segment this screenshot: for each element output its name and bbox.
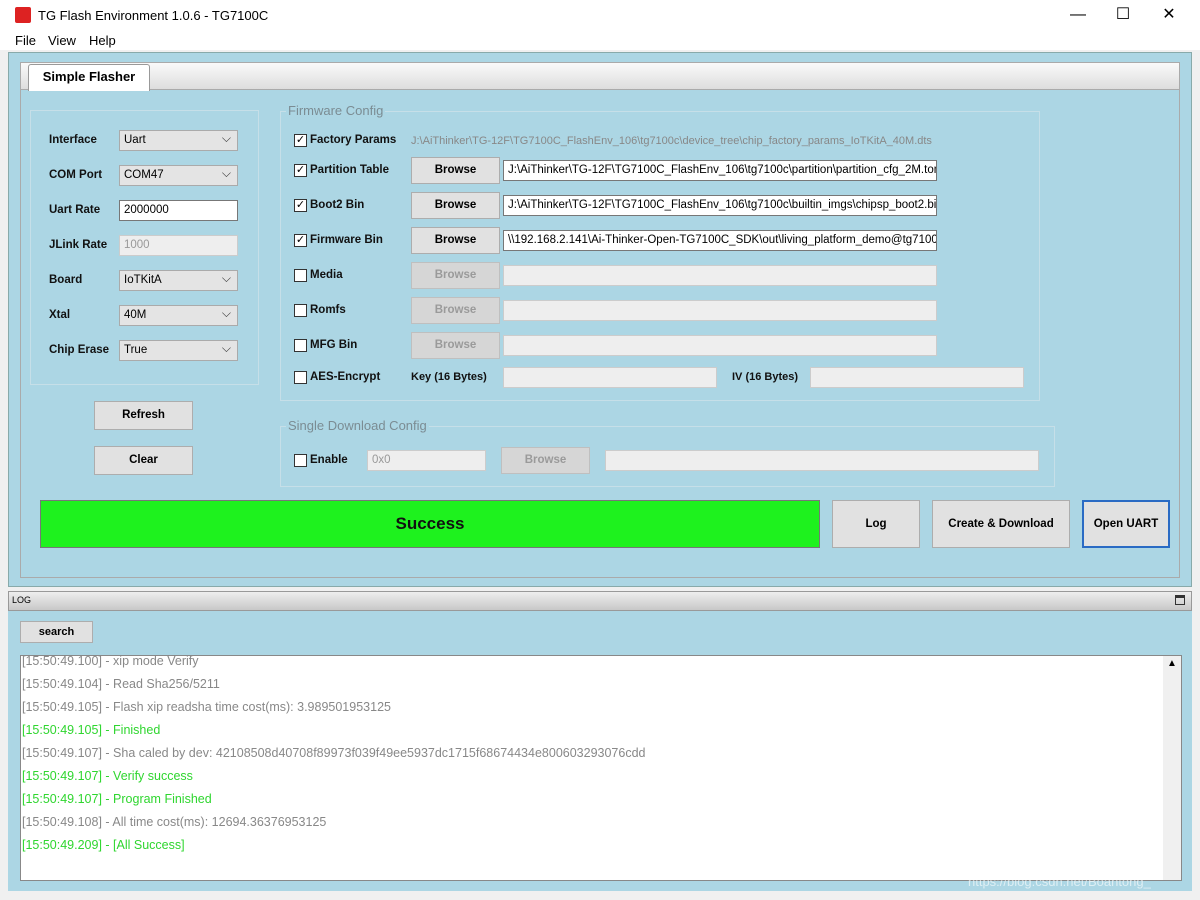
refresh-button[interactable]: Refresh <box>94 401 193 430</box>
firmware-bin-label: Firmware Bin <box>310 234 383 246</box>
log-line: [15:50:49.209] - [All Success] <box>22 838 185 852</box>
board-label: Board <box>49 274 83 286</box>
maximize-button[interactable]: ☐ <box>1100 0 1146 30</box>
romfs-checkbox[interactable] <box>294 304 307 317</box>
chip-erase-label: Chip Erase <box>49 344 110 356</box>
enable-checkbox[interactable] <box>294 454 307 467</box>
log-button[interactable]: Log <box>832 500 920 548</box>
window-title: TG Flash Environment 1.0.6 - TG7100C <box>38 8 269 23</box>
status-bar: Success <box>40 500 820 548</box>
csdn-watermark: https://blog.csdn.net/Boantong_ <box>968 874 1151 889</box>
title-bar: TG Flash Environment 1.0.6 - TG7100C — ☐… <box>0 0 1200 30</box>
uart-rate-label: Uart Rate <box>49 204 101 216</box>
factory-params-checkbox[interactable]: ✓ <box>294 134 307 147</box>
partition-table-path-input[interactable]: J:\AiThinker\TG-12F\TG7100C_FlashEnv_106… <box>503 160 937 181</box>
board-dropdown[interactable]: IoTKitA <box>119 270 238 291</box>
address-input[interactable]: 0x0 <box>367 450 486 471</box>
menu-file[interactable]: File <box>15 33 36 48</box>
uart-rate-input[interactable]: 2000000 <box>119 200 238 221</box>
close-button[interactable]: ✕ <box>1146 0 1192 30</box>
factory-params-label: Factory Params <box>310 134 397 146</box>
menu-help[interactable]: Help <box>89 33 116 48</box>
log-line: [15:50:49.100] - xip mode Verify <box>22 654 199 668</box>
clear-button[interactable]: Clear <box>94 446 193 475</box>
log-line: [15:50:49.107] - Sha caled by dev: 42108… <box>22 746 646 760</box>
aes-encrypt-checkbox[interactable] <box>294 371 307 384</box>
log-line: [15:50:49.107] - Program Finished <box>22 792 212 806</box>
romfs-browse-button[interactable]: Browse <box>411 297 500 324</box>
log-line: [15:50:49.105] - Finished <box>22 723 161 737</box>
romfs-path-input[interactable] <box>503 300 937 321</box>
log-panel-header: LOG <box>8 591 1192 611</box>
xtal-label: Xtal <box>49 309 71 321</box>
single-download-title: Single Download Config <box>286 418 429 433</box>
media-label: Media <box>310 269 343 281</box>
boot2-bin-path-input[interactable]: J:\AiThinker\TG-12F\TG7100C_FlashEnv_106… <box>503 195 937 216</box>
mfg-bin-label: MFG Bin <box>310 339 358 351</box>
firmware-bin-checkbox[interactable]: ✓ <box>294 234 307 247</box>
jlink-rate-label: JLink Rate <box>49 239 108 251</box>
log-line: [15:50:49.105] - Flash xip readsha time … <box>22 700 391 714</box>
partition-table-checkbox[interactable]: ✓ <box>294 164 307 177</box>
aes-key-input[interactable] <box>503 367 717 388</box>
app-icon <box>15 7 31 23</box>
mfg-bin-path-input[interactable] <box>503 335 937 356</box>
menu-view[interactable]: View <box>48 33 76 48</box>
xtal-dropdown[interactable]: 40M <box>119 305 238 326</box>
media-checkbox[interactable] <box>294 269 307 282</box>
log-line: [15:50:49.108] - All time cost(ms): 1269… <box>22 815 327 829</box>
boot2-bin-label: Boot2 Bin <box>310 199 365 211</box>
partition-table-label: Partition Table <box>310 164 390 176</box>
tab-simple-flasher[interactable]: Simple Flasher <box>28 64 150 91</box>
firmware-config-group <box>280 111 1040 401</box>
tab-strip <box>20 62 1180 90</box>
create-download-button[interactable]: Create & Download <box>932 500 1070 548</box>
key-label: Key (16 Bytes) <box>411 371 487 383</box>
mfg-bin-checkbox[interactable] <box>294 339 307 352</box>
log-title: LOG <box>12 595 32 605</box>
log-line: [15:50:49.104] - Read Sha256/5211 <box>22 677 220 691</box>
jlink-rate-input[interactable]: 1000 <box>119 235 238 256</box>
romfs-label: Romfs <box>310 304 346 316</box>
single-browse-button[interactable]: Browse <box>501 447 590 474</box>
interface-dropdown[interactable]: Uart <box>119 130 238 151</box>
mfg-bin-browse-button[interactable]: Browse <box>411 332 500 359</box>
boot2-bin-checkbox[interactable]: ✓ <box>294 199 307 212</box>
enable-label: Enable <box>310 454 348 466</box>
media-browse-button[interactable]: Browse <box>411 262 500 289</box>
restore-panel-icon[interactable] <box>1175 595 1185 605</box>
scroll-up-icon[interactable]: ▲ <box>1167 658 1177 669</box>
app-window: TG Flash Environment 1.0.6 - TG7100C — ☐… <box>0 0 1200 900</box>
firmware-bin-browse-button[interactable]: Browse <box>411 227 500 254</box>
com-port-label: COM Port <box>49 169 103 181</box>
chip-erase-dropdown[interactable]: True <box>119 340 238 361</box>
log-scrollbar[interactable]: ▲ <box>1163 656 1181 880</box>
aes-encrypt-label: AES-Encrypt <box>310 371 381 383</box>
minimize-button[interactable]: — <box>1055 0 1101 30</box>
firmware-config-title: Firmware Config <box>286 103 386 118</box>
search-button[interactable]: search <box>20 621 93 643</box>
menu-bar: File View Help <box>0 30 1200 50</box>
log-line: [15:50:49.107] - Verify success <box>22 769 193 783</box>
interface-label: Interface <box>49 134 97 146</box>
com-port-dropdown[interactable]: COM47 <box>119 165 238 186</box>
single-path-input[interactable] <box>605 450 1039 471</box>
aes-iv-input[interactable] <box>810 367 1024 388</box>
iv-label: IV (16 Bytes) <box>732 371 799 383</box>
factory-params-path: J:\AiThinker\TG-12F\TG7100C_FlashEnv_106… <box>411 135 932 147</box>
zhihu-watermark: 知乎 @安信可科技 <box>876 839 1125 872</box>
media-path-input[interactable] <box>503 265 937 286</box>
partition-table-browse-button[interactable]: Browse <box>411 157 500 184</box>
open-uart-button[interactable]: Open UART <box>1082 500 1170 548</box>
firmware-bin-path-input[interactable]: \\192.168.2.141\Ai-Thinker-Open-TG7100C_… <box>503 230 937 251</box>
boot2-bin-browse-button[interactable]: Browse <box>411 192 500 219</box>
